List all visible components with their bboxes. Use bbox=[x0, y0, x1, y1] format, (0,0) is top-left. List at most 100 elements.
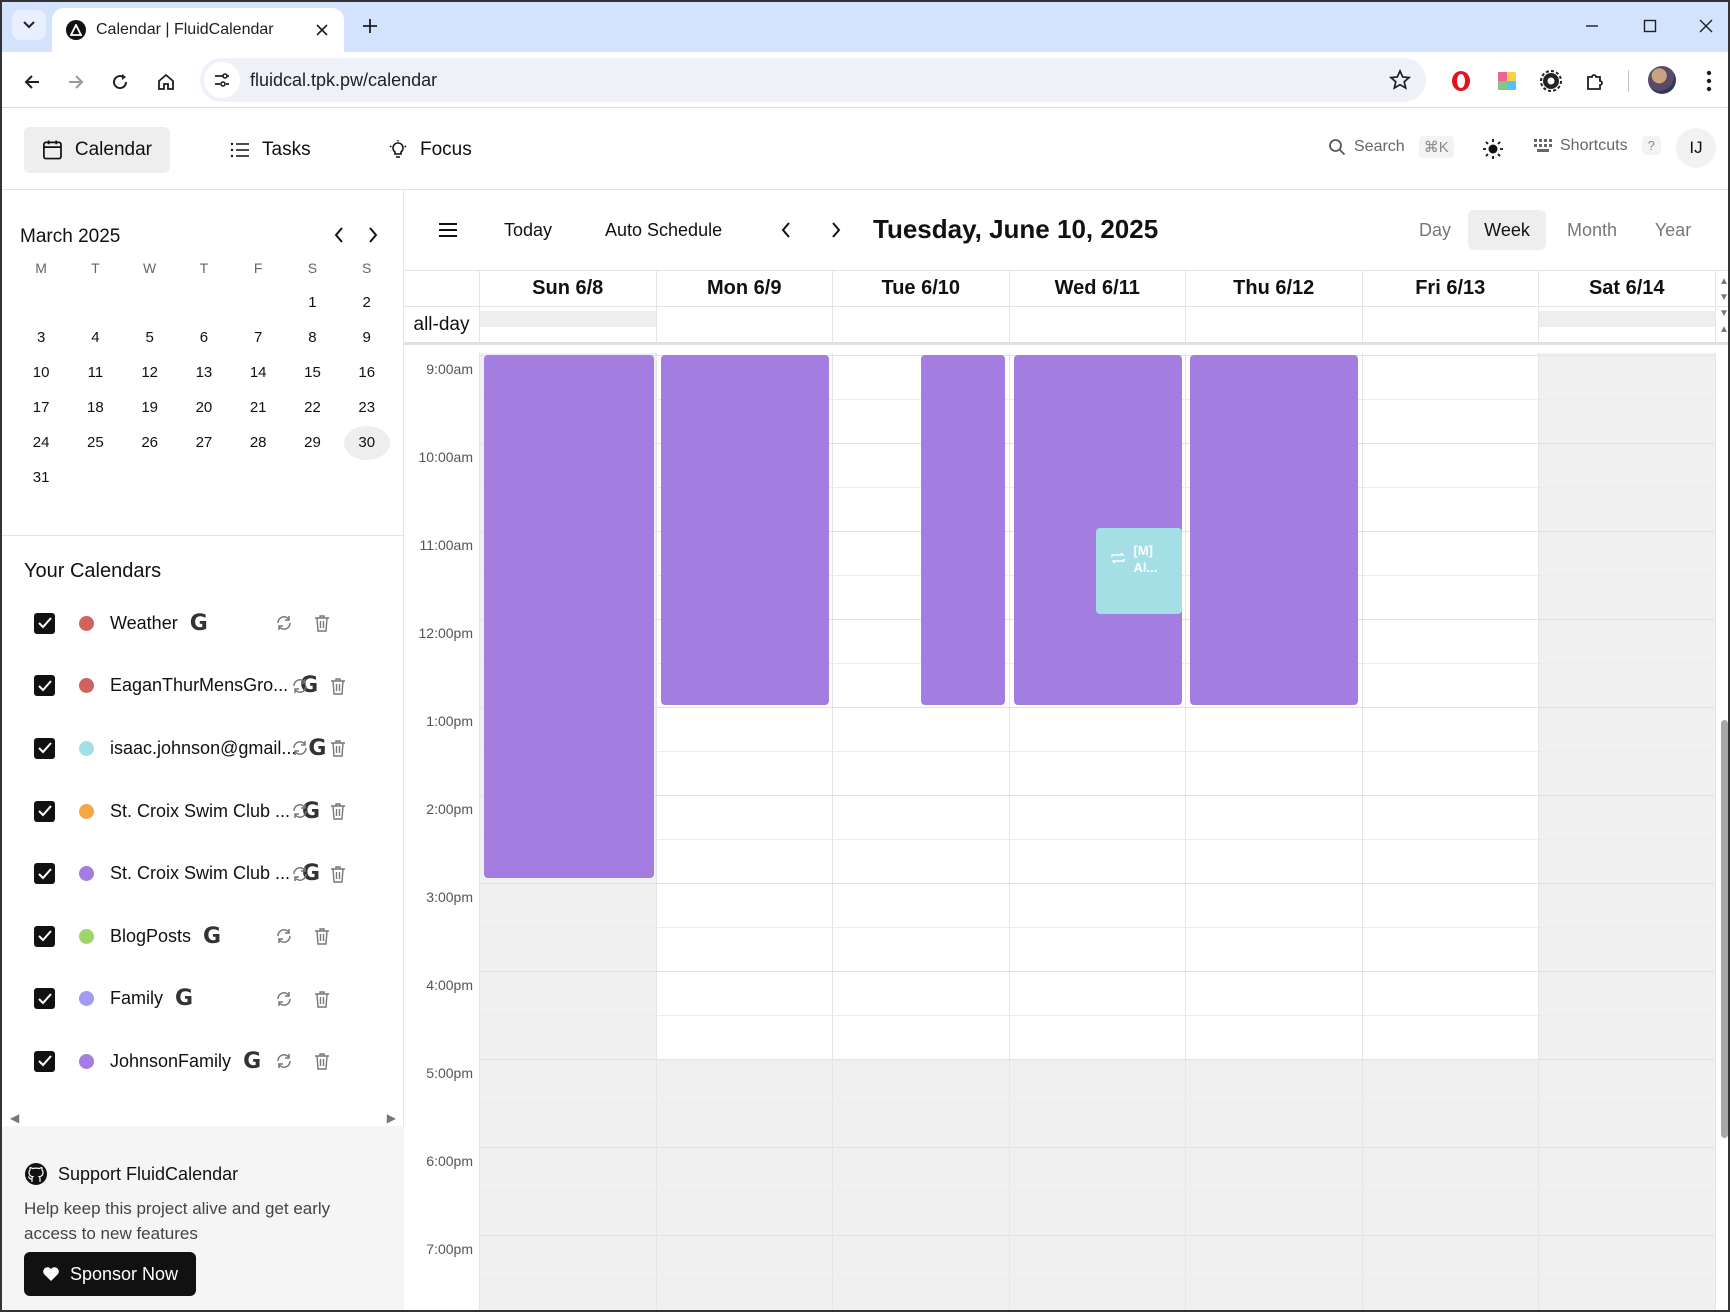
browser-menu-kebab-icon[interactable] bbox=[1696, 66, 1722, 96]
mini-calendar-day[interactable]: 31 bbox=[14, 460, 68, 495]
scroll-down-arrow-icon[interactable]: ▼ bbox=[1719, 292, 1729, 303]
url-text[interactable]: fluidcal.tpk.pw/calendar bbox=[250, 70, 437, 91]
mini-calendar-day[interactable]: 23 bbox=[340, 390, 394, 425]
trash-icon[interactable] bbox=[312, 613, 332, 633]
mini-calendar-day[interactable]: 30 bbox=[340, 425, 394, 460]
mini-calendar-day[interactable]: 1 bbox=[285, 285, 339, 320]
view-month-button[interactable]: Month bbox=[1554, 210, 1630, 250]
day-column[interactable] bbox=[1539, 353, 1716, 1312]
mini-calendar-day[interactable]: 5 bbox=[123, 320, 177, 355]
sync-icon[interactable] bbox=[290, 864, 310, 884]
mini-calendar-day[interactable]: 21 bbox=[231, 390, 285, 425]
sync-icon[interactable] bbox=[290, 801, 310, 821]
scroll-up-arrow-icon[interactable]: ▲ bbox=[1719, 276, 1729, 287]
gear-extension-icon[interactable] bbox=[1538, 68, 1564, 94]
mini-calendar-day[interactable]: 17 bbox=[14, 390, 68, 425]
calendar-list-item[interactable]: Weather G bbox=[24, 592, 394, 655]
sync-icon[interactable] bbox=[274, 989, 294, 1009]
mini-calendar-day[interactable]: 13 bbox=[177, 355, 231, 390]
search-button[interactable]: Search ⌘K bbox=[1328, 136, 1454, 158]
address-bar[interactable]: fluidcal.tpk.pw/calendar bbox=[200, 58, 1426, 102]
calendar-checkbox[interactable] bbox=[34, 737, 55, 759]
all-day-cell[interactable] bbox=[480, 307, 657, 342]
mini-calendar-day[interactable]: 10 bbox=[14, 355, 68, 390]
all-day-cell[interactable] bbox=[1539, 307, 1716, 342]
all-day-cell[interactable] bbox=[1186, 307, 1363, 342]
nav-focus[interactable]: Focus bbox=[370, 127, 500, 173]
mini-calendar-prev-button[interactable] bbox=[326, 222, 352, 248]
mini-calendar-day[interactable]: 2 bbox=[340, 285, 394, 320]
mini-calendar-day[interactable]: 19 bbox=[123, 390, 177, 425]
mini-calendar-day[interactable]: 12 bbox=[123, 355, 177, 390]
mini-calendar-day[interactable]: 24 bbox=[14, 425, 68, 460]
mini-calendar-day[interactable]: 16 bbox=[340, 355, 394, 390]
trash-icon[interactable] bbox=[312, 989, 332, 1009]
maximize-window-button[interactable] bbox=[1630, 12, 1670, 40]
sync-icon[interactable] bbox=[290, 738, 310, 758]
trash-icon[interactable] bbox=[328, 676, 348, 696]
mini-calendar-day[interactable]: 11 bbox=[68, 355, 122, 390]
calendar-checkbox[interactable] bbox=[34, 925, 55, 947]
auto-schedule-button[interactable]: Auto Schedule bbox=[605, 220, 722, 241]
nav-calendar[interactable]: Calendar bbox=[24, 127, 170, 173]
day-column-header[interactable]: Mon 6/9 bbox=[657, 271, 833, 306]
mini-calendar-day[interactable]: 7 bbox=[231, 320, 285, 355]
scroll-up-arrow-icon[interactable]: ▲ bbox=[1719, 324, 1729, 335]
mini-calendar-day[interactable]: 29 bbox=[285, 425, 339, 460]
calendar-checkbox[interactable] bbox=[34, 612, 55, 634]
calendar-list-item[interactable]: St. Croix Swim Club ... G bbox=[24, 842, 394, 905]
color-picker-extension-icon[interactable] bbox=[1494, 68, 1520, 94]
mini-calendar-day[interactable]: 6 bbox=[177, 320, 231, 355]
trash-icon[interactable] bbox=[328, 801, 348, 821]
site-info-icon[interactable] bbox=[204, 62, 240, 98]
mini-calendar-day[interactable]: 8 bbox=[285, 320, 339, 355]
shortcuts-button[interactable]: Shortcuts ? bbox=[1534, 136, 1661, 155]
sync-icon[interactable] bbox=[274, 1051, 294, 1071]
calendar-checkbox[interactable] bbox=[34, 988, 55, 1010]
day-column-header[interactable]: Sun 6/8 bbox=[480, 271, 657, 306]
mini-calendar-day[interactable]: 4 bbox=[68, 320, 122, 355]
all-day-cell[interactable] bbox=[1363, 307, 1539, 342]
calendar-list-item[interactable]: Family G bbox=[24, 968, 394, 1031]
scrollbar-thumb[interactable] bbox=[1721, 720, 1728, 1138]
calendar-checkbox[interactable] bbox=[34, 800, 55, 822]
theme-toggle-button[interactable] bbox=[1478, 134, 1508, 164]
trash-icon[interactable] bbox=[328, 738, 348, 758]
sponsor-now-button[interactable]: Sponsor Now bbox=[24, 1252, 196, 1296]
forward-button[interactable] bbox=[60, 66, 92, 98]
tab-search-button[interactable] bbox=[12, 10, 46, 40]
trash-icon[interactable] bbox=[312, 926, 332, 946]
calendar-list-item[interactable]: BlogPosts G bbox=[24, 905, 394, 968]
calendar-checkbox[interactable] bbox=[34, 863, 55, 885]
minimize-window-button[interactable] bbox=[1572, 12, 1612, 40]
mini-calendar-day[interactable]: 18 bbox=[68, 390, 122, 425]
sidebar-horizontal-scrollbar[interactable]: ◀ ▶ bbox=[6, 1108, 400, 1126]
calendar-checkbox[interactable] bbox=[34, 675, 55, 697]
mini-calendar-day[interactable]: 20 bbox=[177, 390, 231, 425]
calendar-list-item[interactable]: EaganThurMensGro... G bbox=[24, 655, 394, 718]
mini-calendar-day[interactable]: 22 bbox=[285, 390, 339, 425]
day-column[interactable] bbox=[1362, 353, 1539, 1312]
day-column-header[interactable]: Thu 6/12 bbox=[1186, 271, 1363, 306]
calendar-checkbox[interactable] bbox=[34, 1050, 55, 1072]
all-day-cell[interactable] bbox=[657, 307, 833, 342]
browser-tab[interactable]: Calendar | FluidCalendar bbox=[52, 8, 344, 52]
reload-button[interactable] bbox=[104, 66, 136, 98]
mini-calendar-day[interactable]: 28 bbox=[231, 425, 285, 460]
home-button[interactable] bbox=[150, 66, 182, 98]
all-day-cell[interactable] bbox=[1010, 307, 1186, 342]
nav-tasks[interactable]: Tasks bbox=[212, 127, 342, 173]
scroll-right-arrow-icon[interactable]: ▶ bbox=[387, 1111, 396, 1125]
scroll-left-arrow-icon[interactable]: ◀ bbox=[10, 1111, 19, 1125]
calendar-list-item[interactable]: JohnsonFamily G bbox=[24, 1030, 394, 1093]
today-button[interactable]: Today bbox=[504, 220, 552, 241]
close-window-button[interactable] bbox=[1686, 12, 1726, 40]
new-tab-button[interactable] bbox=[354, 12, 386, 40]
day-columns[interactable]: [M] Al... bbox=[480, 353, 1716, 1312]
sync-icon[interactable] bbox=[274, 926, 294, 946]
browser-profile-avatar[interactable] bbox=[1648, 66, 1676, 94]
mini-calendar-day[interactable]: 26 bbox=[123, 425, 177, 460]
mini-calendar-day[interactable]: 15 bbox=[285, 355, 339, 390]
mini-calendar-day[interactable]: 27 bbox=[177, 425, 231, 460]
bookmark-star-icon[interactable] bbox=[1388, 68, 1412, 92]
